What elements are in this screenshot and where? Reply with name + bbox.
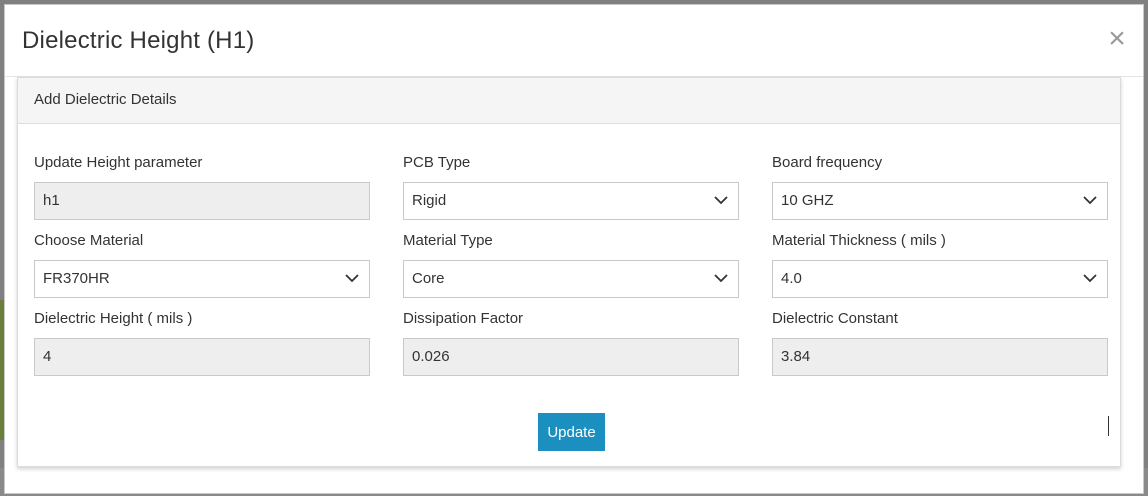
board-frequency-label: Board frequency xyxy=(772,154,883,171)
pcb-type-value: Rigid xyxy=(412,192,447,209)
material-thickness-select[interactable]: 4.0 xyxy=(772,260,1108,298)
board-frequency-select[interactable]: 10 GHZ xyxy=(772,182,1108,220)
board-frequency-value: 10 GHZ xyxy=(781,192,834,209)
dielectric-details-panel: Add Dielectric Details Update Height par… xyxy=(17,77,1121,467)
close-icon[interactable]: × xyxy=(1108,24,1126,54)
modal-header: Dielectric Height (H1) × xyxy=(5,5,1143,77)
chevron-down-icon xyxy=(714,274,728,283)
update-button[interactable]: Update xyxy=(538,413,605,451)
modal-title: Dielectric Height (H1) xyxy=(22,27,255,54)
close-button[interactable]: × xyxy=(1103,24,1131,54)
text-cursor xyxy=(1108,416,1109,436)
chevron-down-icon xyxy=(1083,274,1097,283)
chevron-down-icon xyxy=(714,196,728,205)
panel-heading: Add Dielectric Details xyxy=(18,78,1120,124)
chevron-down-icon xyxy=(345,274,359,283)
material-thickness-value: 4.0 xyxy=(781,270,802,287)
material-type-select[interactable]: Core xyxy=(403,260,739,298)
material-label: Choose Material xyxy=(34,232,144,249)
dielectric-height-label: Dielectric Height ( mils ) xyxy=(34,310,193,327)
dielectric-height-field: 4 xyxy=(34,338,370,376)
dissipation-factor-field: 0.026 xyxy=(403,338,739,376)
height-param-label: Update Height parameter xyxy=(34,154,203,171)
pcb-type-label: PCB Type xyxy=(403,154,471,171)
dielectric-constant-label: Dielectric Constant xyxy=(772,310,898,327)
chevron-down-icon xyxy=(1083,196,1097,205)
material-type-value: Core xyxy=(412,270,445,287)
dielectric-constant-field: 3.84 xyxy=(772,338,1108,376)
panel-heading-text: Add Dielectric Details xyxy=(34,91,177,108)
height-param-field: h1 xyxy=(34,182,370,220)
dissipation-factor-label: Dissipation Factor xyxy=(403,310,524,327)
material-thickness-label: Material Thickness ( mils ) xyxy=(772,232,946,249)
material-select[interactable]: FR370HR xyxy=(34,260,370,298)
pcb-type-select[interactable]: Rigid xyxy=(403,182,739,220)
dielectric-height-modal: Dielectric Height (H1) × Add Dielectric … xyxy=(4,4,1144,494)
material-type-label: Material Type xyxy=(403,232,493,249)
material-value: FR370HR xyxy=(43,270,110,287)
